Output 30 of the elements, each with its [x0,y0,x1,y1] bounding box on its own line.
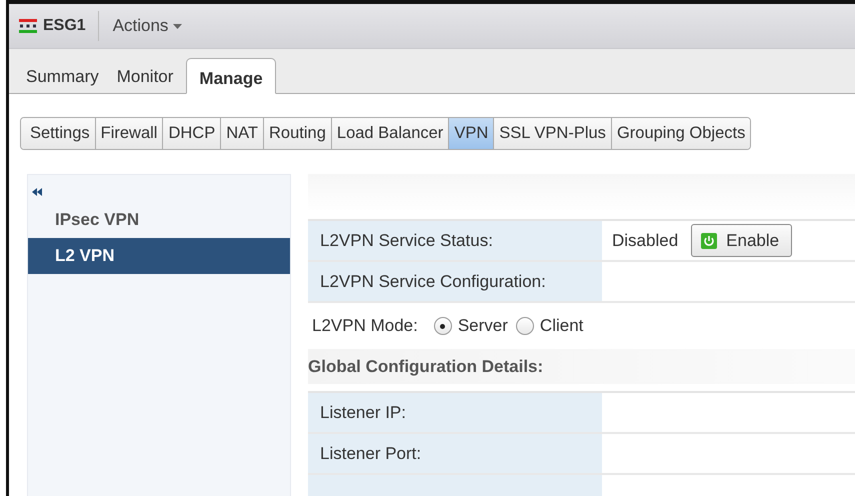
tab[interactable]: Summary [17,60,108,94]
field-label: L2VPN Mode: [312,316,418,336]
radio-option[interactable]: Server [434,316,508,336]
table-cell: Listener IP: [308,393,602,432]
tab[interactable]: Manage [186,58,276,94]
tab[interactable]: Firewall [94,118,162,149]
table-cell: L2VPN Service Configuration: [308,262,602,301]
table-cell: Listener Port: [308,434,602,473]
tab[interactable]: NAT [220,118,264,149]
tab[interactable]: Monitor [108,60,182,94]
sidebar-item[interactable]: L2 VPN [28,238,290,274]
sidebar-item[interactable]: IPsec VPN [28,202,290,238]
power-icon [701,232,718,248]
collapse-icon[interactable] [32,188,42,196]
tab[interactable]: VPN [448,118,494,149]
radio-option[interactable]: Client [516,316,584,336]
tab[interactable]: SSL VPN-Plus [493,118,611,149]
tab[interactable]: Load Balancer [330,118,448,149]
tab[interactable]: Grouping Objects [610,118,750,149]
router-icon [19,19,37,33]
tab[interactable]: Settings [21,118,95,149]
section-heading: Global Configuration Details: [308,349,855,384]
object-title: ESG1 [43,17,86,35]
actions-menu[interactable]: Actions [112,16,182,36]
enable-button[interactable]: Enable [691,224,792,257]
caret-icon [173,24,182,28]
status-text: Disabled [612,230,678,250]
tab[interactable]: DHCP [162,118,220,149]
tab[interactable]: Routing [263,118,331,149]
table-cell: L2VPN Service Status: [308,221,602,260]
